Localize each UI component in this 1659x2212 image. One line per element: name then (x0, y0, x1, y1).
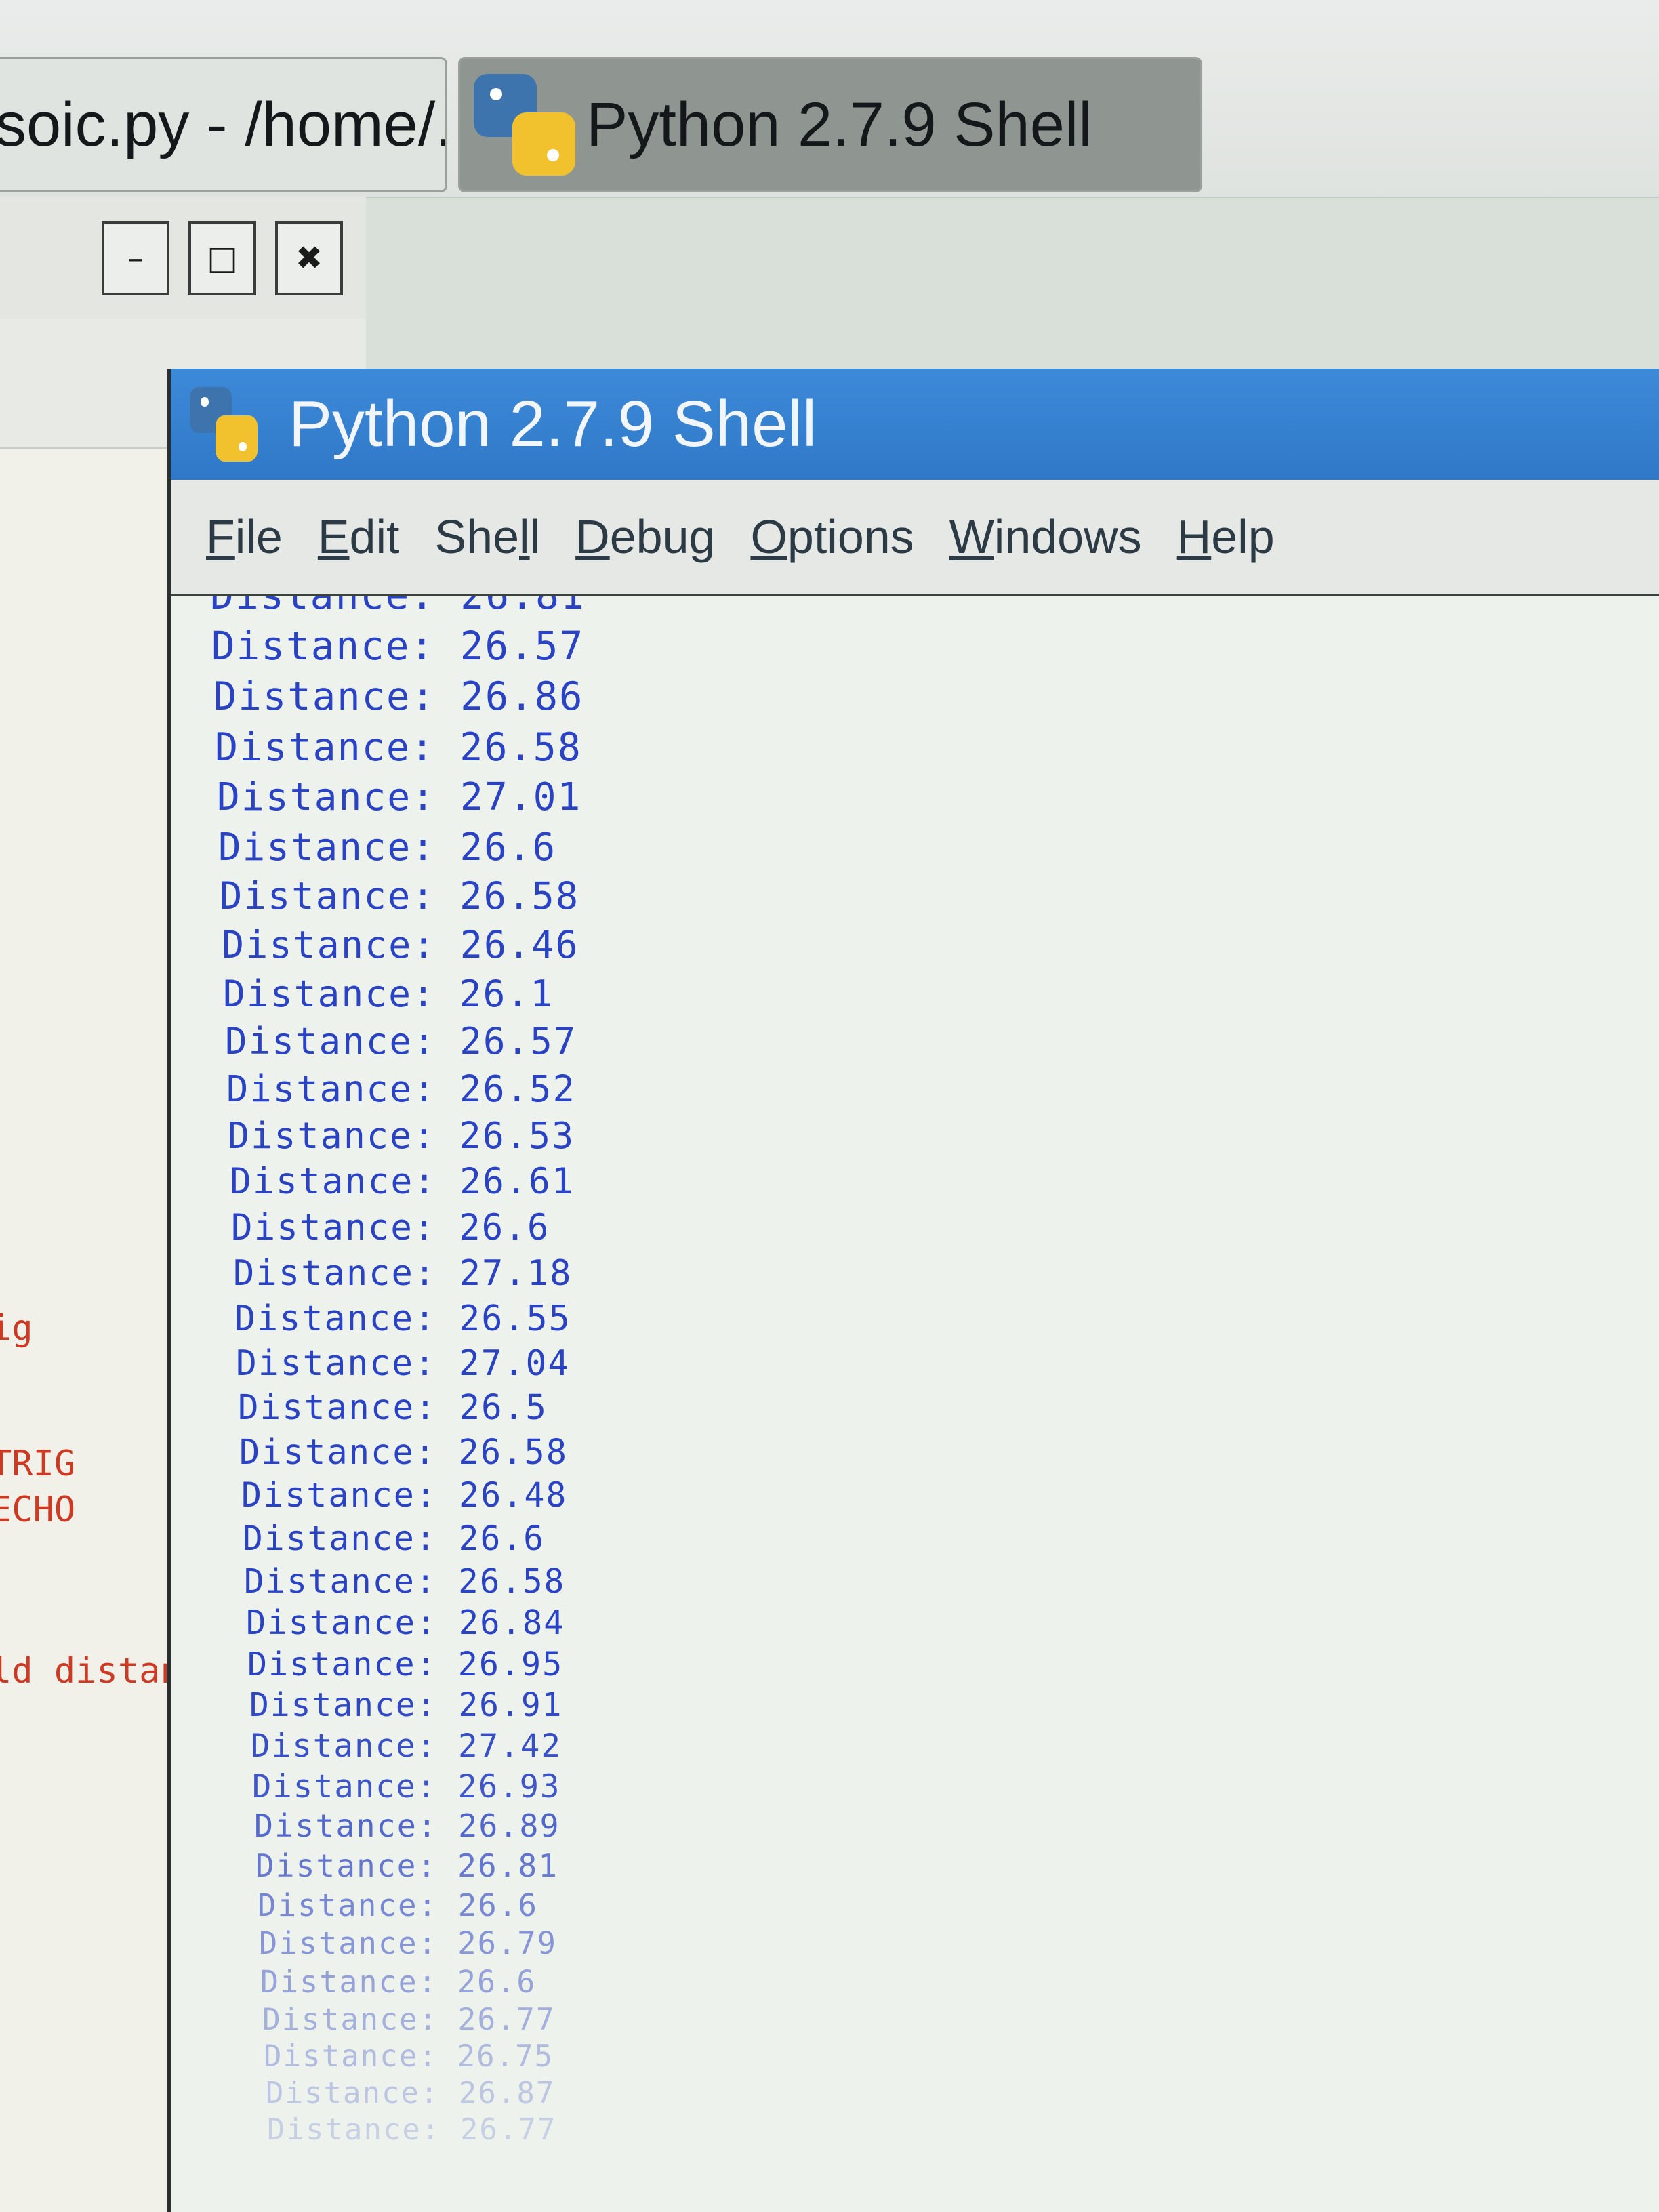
output-line: Distance: 26.91 (249, 1687, 563, 1724)
output-line: Distance: 26.79 (259, 1925, 557, 1961)
output-line: Distance: 26.6 (218, 825, 557, 869)
output-line: Distance: 27.01 (217, 775, 582, 819)
minimize-icon: – (127, 239, 144, 277)
taskbar-shell-label: Python 2.7.9 Shell (586, 89, 1092, 159)
shell-titlebar[interactable]: Python 2.7.9 Shell (171, 369, 1659, 480)
output-line: Distance: 26.86 (213, 674, 584, 719)
menu-options[interactable]: Options (750, 510, 914, 564)
output-line: Distance: 26.6 (258, 1887, 539, 1923)
output-line: Distance: 27.42 (251, 1727, 562, 1765)
python-shell-window: Python 2.7.9 Shell File Edit Shell Debug… (167, 369, 1659, 2212)
menu-edit[interactable]: Edit (318, 510, 400, 564)
output-line: Distance: 26.75 (264, 2039, 554, 2074)
menu-file[interactable]: File (206, 510, 283, 564)
output-line: Distance: 26.58 (215, 725, 582, 770)
output-line: Distance: 26.61 (230, 1161, 575, 1202)
output-line: Distance: 26.77 (262, 2002, 556, 2037)
shell-output-area[interactable]: Distance: 26.81Distance: 26.57Distance: … (171, 596, 1659, 2212)
code-line: ECHO (0, 1490, 76, 1530)
output-line: Distance: 27.04 (236, 1343, 571, 1384)
output-line: Distance: 26.53 (228, 1114, 575, 1157)
output-line: Distance: 26.84 (246, 1603, 565, 1642)
taskbar-button-shell[interactable]: Python 2.7.9 Shell (458, 57, 1202, 192)
output-line: Distance: 26.57 (225, 1020, 577, 1063)
output-line: Distance: 26.77 (267, 2112, 557, 2147)
output-line: Distance: 26.87 (266, 2076, 556, 2110)
python-logo-icon (474, 74, 575, 176)
close-icon: ✖ (295, 239, 323, 277)
menu-bar: File Edit Shell Debug Options Windows He… (171, 480, 1659, 596)
output-line: Distance: 26.6 (243, 1519, 546, 1558)
output-line: Distance: 26.81 (210, 596, 586, 618)
menu-shell[interactable]: Shell (434, 510, 540, 564)
code-line: TRIG (0, 1443, 76, 1484)
output-line: Distance: 26.6 (260, 1964, 537, 2000)
editor-titlebar: – □ ✖ (0, 197, 366, 321)
output-line: Distance: 26.48 (241, 1475, 568, 1515)
taskbar-button-editor[interactable]: soic.py - /home/... (0, 57, 447, 192)
output-line: Distance: 26.95 (247, 1645, 564, 1683)
maximize-icon: □ (207, 239, 238, 277)
output-line: Distance: 26.46 (222, 923, 579, 966)
output-line: Distance: 26.58 (220, 874, 580, 918)
output-line: Distance: 26.6 (231, 1207, 550, 1248)
python-logo-icon (190, 387, 258, 462)
output-line: Distance: 26.1 (223, 972, 554, 1015)
maximize-button[interactable]: □ (188, 221, 256, 295)
close-button[interactable]: ✖ (275, 221, 343, 295)
minimize-button[interactable]: – (102, 221, 169, 295)
output-line: Distance: 26.5 (238, 1388, 548, 1428)
output-line: Distance: 27.18 (233, 1253, 573, 1294)
menu-debug[interactable]: Debug (575, 510, 715, 564)
output-line: Distance: 26.89 (254, 1808, 560, 1845)
output-line: Distance: 26.55 (234, 1298, 571, 1339)
output-line: Distance: 26.81 (255, 1847, 559, 1884)
output-line: Distance: 26.58 (239, 1432, 569, 1472)
output-line: Distance: 26.57 (211, 623, 585, 669)
output-line: Distance: 26.58 (244, 1561, 566, 1601)
menu-windows[interactable]: Windows (949, 510, 1142, 564)
menu-help[interactable]: Help (1177, 510, 1275, 564)
taskbar: soic.py - /home/... Python 2.7.9 Shell (0, 0, 1659, 198)
code-line: ig (0, 1308, 33, 1349)
output-line: Distance: 26.93 (252, 1768, 561, 1805)
window-title: Python 2.7.9 Shell (289, 388, 817, 460)
output-line: Distance: 26.52 (226, 1067, 576, 1110)
taskbar-editor-label: soic.py - /home/... (0, 89, 447, 159)
